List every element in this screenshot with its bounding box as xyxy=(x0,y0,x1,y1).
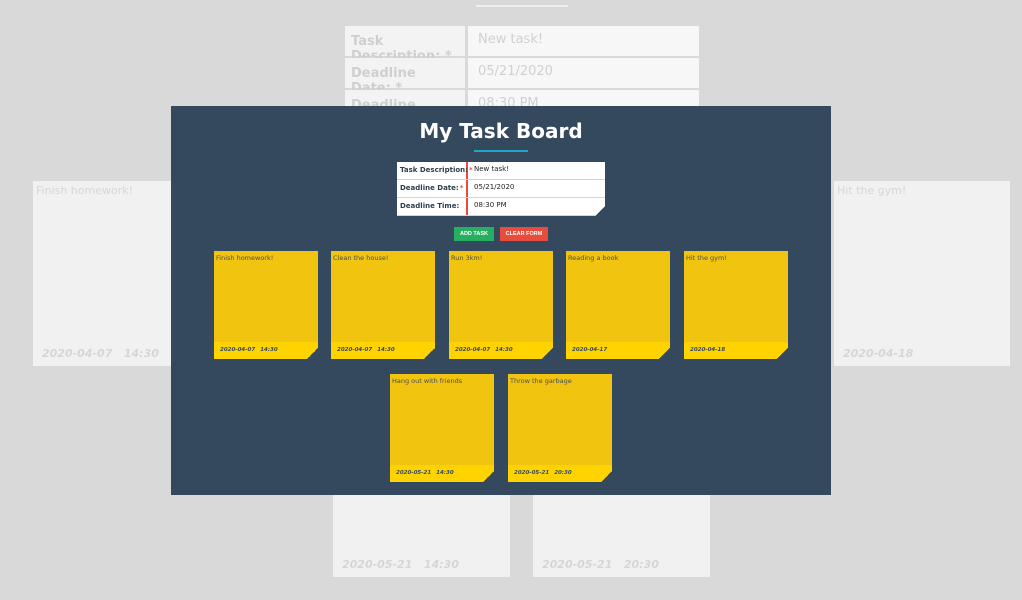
description-input[interactable]: New task! xyxy=(468,162,605,179)
task-note-time: 14:30 xyxy=(377,347,395,353)
task-note-text: Reading a book xyxy=(568,254,619,262)
task-note-text: Run 3km! xyxy=(451,254,483,262)
task-note-date: 2020-05-21 xyxy=(396,470,432,476)
clear-form-button[interactable]: CLEAR FORM xyxy=(500,227,548,241)
task-note-time: 14:30 xyxy=(436,470,454,476)
background-note-time: 14:30 xyxy=(423,558,459,571)
time-label: Deadline Time: xyxy=(397,198,468,215)
date-input[interactable]: 05/21/2020 xyxy=(468,180,605,197)
task-note-date: 2020-04-07 xyxy=(455,347,491,353)
background-note-time: 14:30 xyxy=(123,347,159,360)
note-folded-corner xyxy=(601,471,612,482)
task-board: My Task Board Task Description:* New tas… xyxy=(171,106,831,495)
note-folded-corner xyxy=(542,348,553,359)
task-note[interactable]: Run 3km! 2020-04-07 14:30 xyxy=(449,251,553,359)
task-note-date: 2020-04-17 xyxy=(572,347,608,353)
task-note-footer: 2020-04-07 14:30 xyxy=(214,342,318,359)
required-mark: * xyxy=(459,184,464,192)
task-note-date: 2020-05-21 xyxy=(514,470,550,476)
background-note-date: 2020-05-21 xyxy=(542,558,613,571)
task-form: Task Description:* New task! Deadline Da… xyxy=(397,162,605,216)
background-form-row: Deadline Date: * 05/21/2020 xyxy=(345,58,699,96)
background-note-footer: 2020-05-21 20:30 xyxy=(542,558,659,571)
note-folded-corner xyxy=(777,348,788,359)
task-note-footer: 2020-04-07 14:30 xyxy=(331,342,435,359)
background-note-footer: 2020-05-21 14:30 xyxy=(342,558,459,571)
title-underline xyxy=(474,150,528,152)
note-folded-corner xyxy=(424,348,435,359)
task-note-footer: 2020-04-07 14:30 xyxy=(449,342,553,359)
background-divider xyxy=(476,5,568,7)
task-note-text: Hit the gym! xyxy=(686,254,727,262)
task-note-text: Throw the garbage xyxy=(510,377,572,385)
form-row-time: Deadline Time: 08:30 PM xyxy=(397,198,605,216)
background-note: Finish homework! 2020-04-07 14:30 xyxy=(33,181,183,366)
date-label: Deadline Date:* xyxy=(397,180,468,197)
background-form-label: Deadline Date: * xyxy=(345,58,465,96)
task-note-date: 2020-04-18 xyxy=(690,347,726,353)
task-note[interactable]: Reading a book 2020-04-17 xyxy=(566,251,670,359)
background-note-date: 2020-04-07 xyxy=(42,347,113,360)
form-row-description: Task Description:* New task! xyxy=(397,162,605,180)
background-note: Hit the gym! 2020-04-18 xyxy=(834,181,1010,366)
note-folded-corner xyxy=(659,348,670,359)
form-folded-corner xyxy=(595,206,605,216)
background-note-footer: 2020-04-18 xyxy=(843,347,913,360)
background-note-text: Hit the gym! xyxy=(837,184,907,197)
task-note-footer: 2020-05-21 14:30 xyxy=(390,465,494,482)
task-note-time: 20:30 xyxy=(554,470,572,476)
background-note-footer: 2020-04-07 14:30 xyxy=(42,347,159,360)
description-label-text: Task Description: xyxy=(400,166,468,174)
note-folded-corner xyxy=(307,348,318,359)
task-note[interactable]: Finish homework! 2020-04-07 14:30 xyxy=(214,251,318,359)
background-note-time: 20:30 xyxy=(623,558,659,571)
task-note-time: 14:30 xyxy=(260,347,278,353)
task-note[interactable]: Hit the gym! 2020-04-18 xyxy=(684,251,788,359)
form-row-date: Deadline Date:* 05/21/2020 xyxy=(397,180,605,198)
background-note-date: 2020-05-21 xyxy=(342,558,413,571)
background-form-value: New task! xyxy=(468,26,699,56)
task-note-footer: 2020-04-17 xyxy=(566,342,670,359)
task-note-text: Finish homework! xyxy=(216,254,274,262)
task-note-footer: 2020-04-18 xyxy=(684,342,788,359)
add-task-button[interactable]: ADD TASK xyxy=(454,227,494,241)
task-note[interactable]: Throw the garbage 2020-05-21 20:30 xyxy=(508,374,612,482)
task-note-footer: 2020-05-21 20:30 xyxy=(508,465,612,482)
task-note-date: 2020-04-07 xyxy=(337,347,373,353)
note-folded-corner xyxy=(483,471,494,482)
background-note-text: Finish homework! xyxy=(36,184,134,197)
page-title: My Task Board xyxy=(419,119,583,143)
description-label: Task Description:* xyxy=(397,162,473,179)
task-note-text: Hang out with friends xyxy=(392,377,463,385)
background-form-label: Task Description: * xyxy=(345,26,465,64)
task-note[interactable]: Clean the house! 2020-04-07 14:30 xyxy=(331,251,435,359)
background-note-date: 2020-04-18 xyxy=(843,347,914,360)
task-note-text: Clean the house! xyxy=(333,254,389,262)
date-label-text: Deadline Date: xyxy=(400,184,459,192)
task-note-date: 2020-04-07 xyxy=(220,347,256,353)
background-note: 2020-05-21 20:30 xyxy=(533,495,710,577)
background-form-value: 05/21/2020 xyxy=(468,58,699,88)
time-input[interactable]: 08:30 PM xyxy=(468,198,605,215)
background-form-row: Task Description: * New task! xyxy=(345,26,699,64)
task-note-time: 14:30 xyxy=(495,347,513,353)
background-note: 2020-05-21 14:30 xyxy=(333,495,510,577)
task-note[interactable]: Hang out with friends 2020-05-21 14:30 xyxy=(390,374,494,482)
